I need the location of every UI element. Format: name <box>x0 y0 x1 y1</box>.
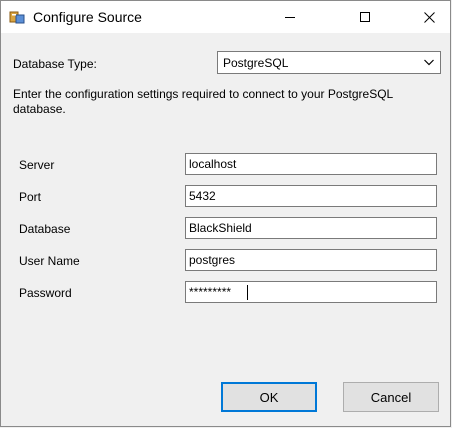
server-input[interactable]: localhost <box>185 153 437 175</box>
minimize-icon <box>285 17 295 18</box>
username-label: User Name <box>19 254 80 268</box>
text-caret <box>247 285 248 300</box>
database-type-select[interactable]: PostgreSQL <box>217 51 441 74</box>
database-input[interactable]: BlackShield <box>185 217 437 239</box>
password-label: Password <box>19 286 72 300</box>
port-label: Port <box>19 190 42 204</box>
server-value: localhost <box>189 157 237 171</box>
port-value: 5432 <box>189 189 216 203</box>
close-button[interactable] <box>406 1 452 33</box>
server-label: Server <box>19 158 55 172</box>
password-input[interactable]: ********* <box>185 281 437 303</box>
description-text: Enter the configuration settings require… <box>13 87 393 116</box>
database-type-label: Database Type: <box>13 57 97 71</box>
configure-source-dialog: Configure Source Database Type: PostgreS… <box>0 0 451 427</box>
title-bar[interactable]: Configure Source <box>1 1 450 33</box>
maximize-button[interactable] <box>342 1 388 33</box>
port-input[interactable]: 5432 <box>185 185 437 207</box>
close-icon <box>423 11 435 23</box>
ok-button[interactable]: OK <box>221 382 317 412</box>
database-label: Database <box>19 222 71 236</box>
database-value: BlackShield <box>189 221 252 235</box>
password-value: ********* <box>189 285 232 299</box>
database-app-icon <box>9 9 25 25</box>
username-input[interactable]: postgres <box>185 249 437 271</box>
window-title: Configure Source <box>33 9 142 25</box>
cancel-button[interactable]: Cancel <box>343 382 439 412</box>
chevron-down-icon <box>424 59 434 66</box>
database-type-value: PostgreSQL <box>223 56 289 70</box>
maximize-icon <box>360 12 370 22</box>
username-value: postgres <box>189 253 236 267</box>
minimize-button[interactable] <box>267 1 313 33</box>
